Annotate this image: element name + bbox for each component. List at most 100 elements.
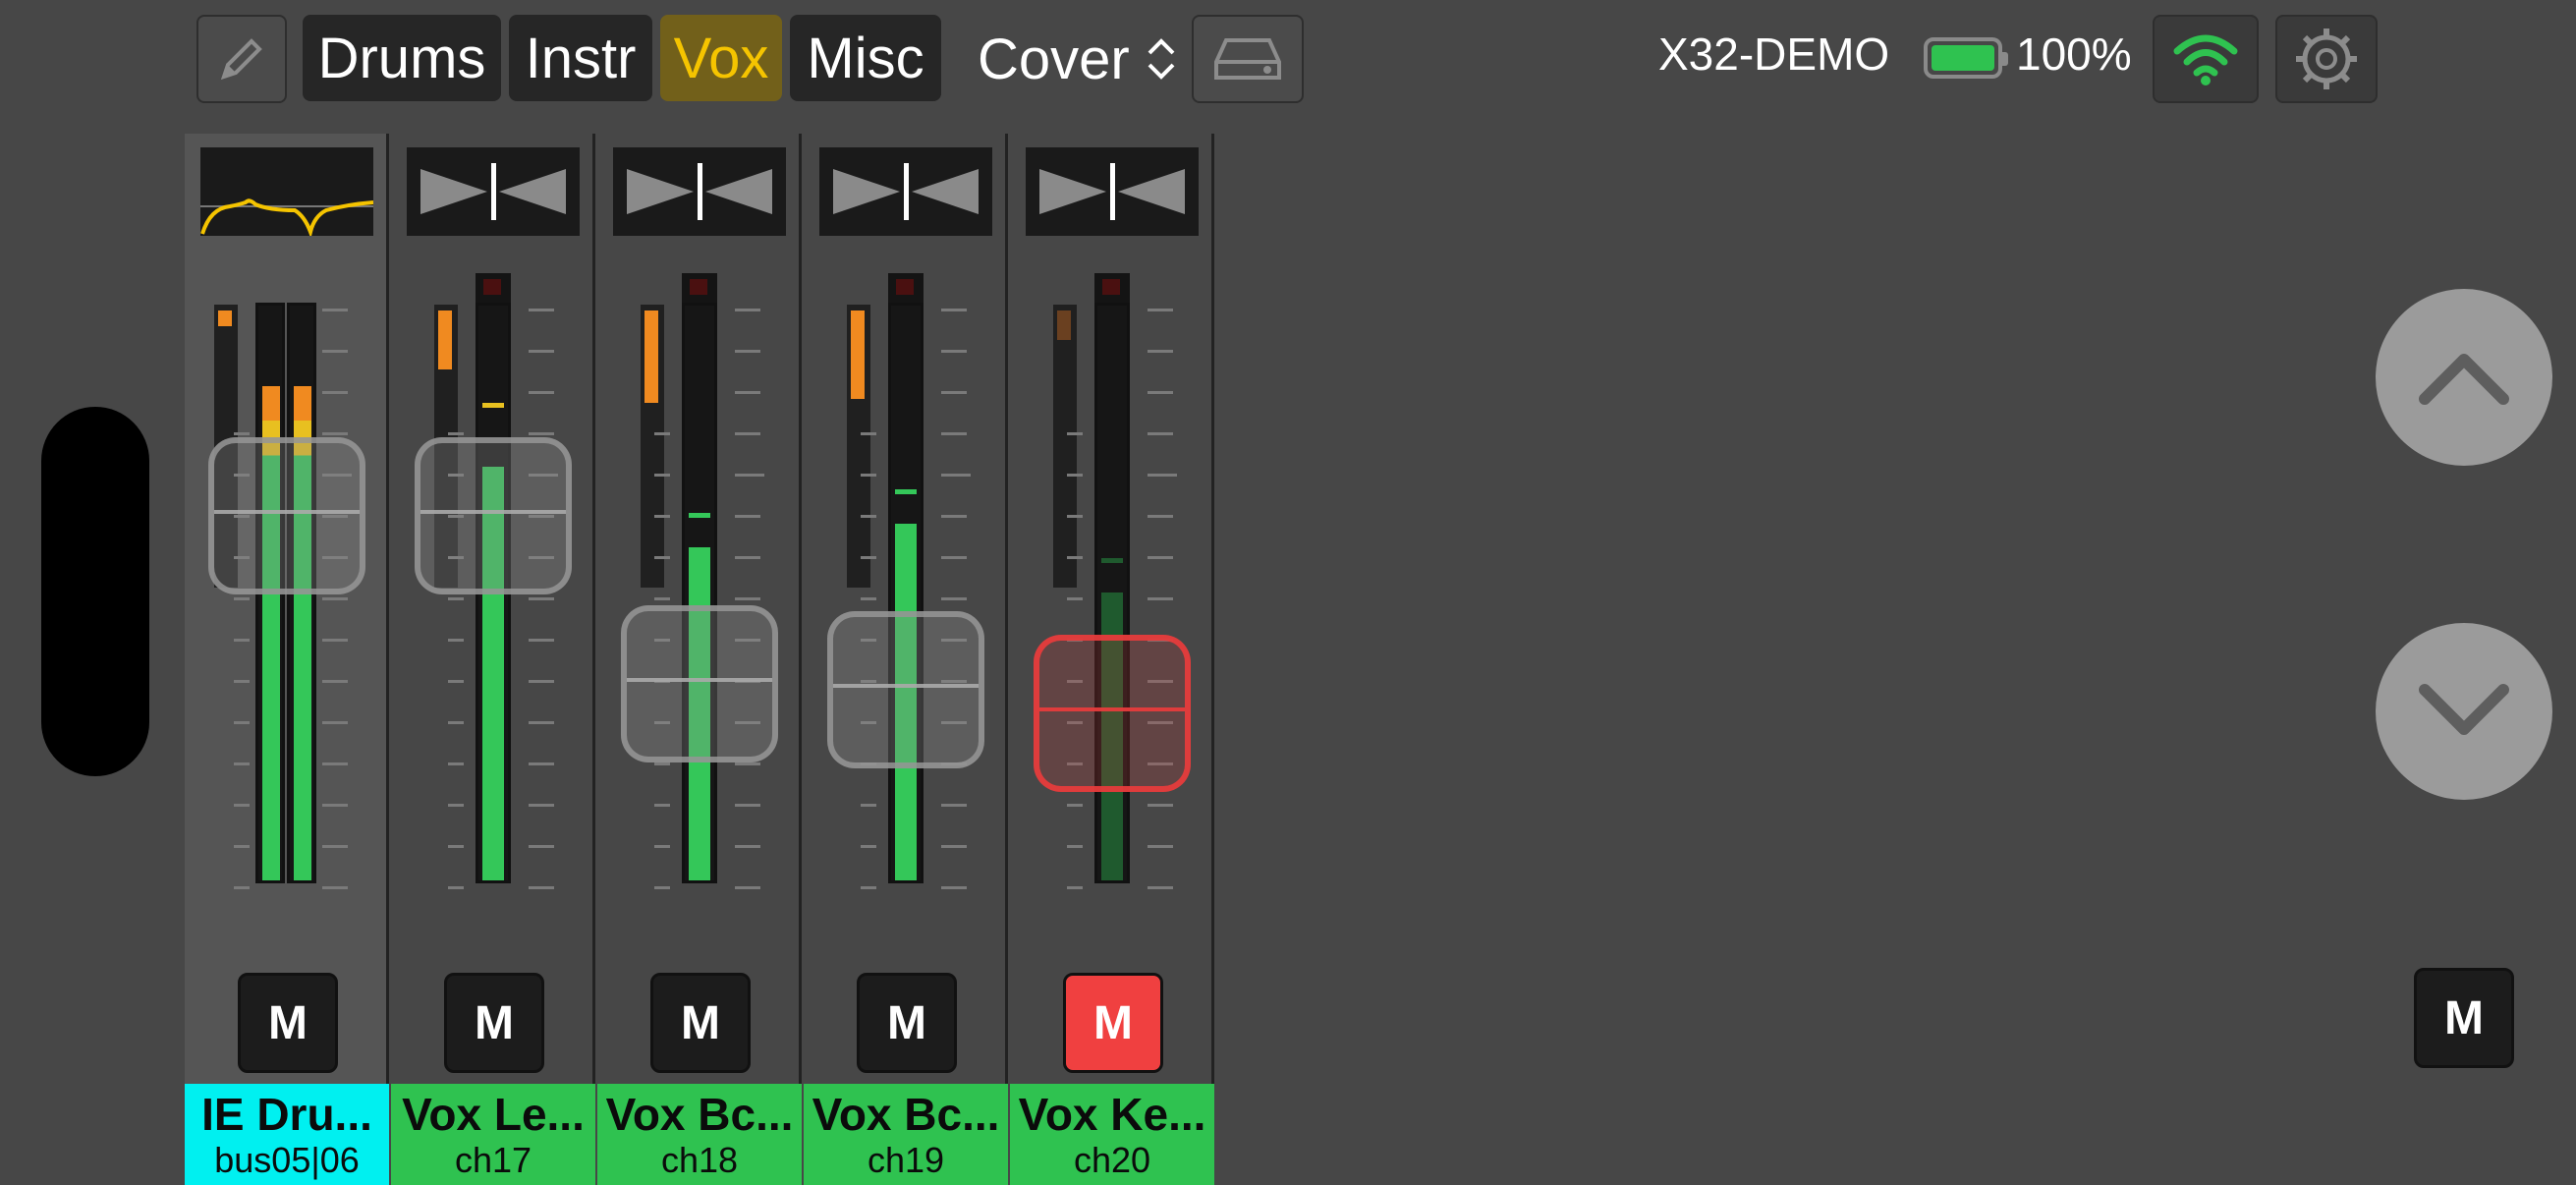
channel-id: bus05|06: [214, 1140, 360, 1180]
battery-percent: 100%: [2016, 28, 2132, 80]
channel-strip: M Vox Bc... ch19: [804, 134, 1008, 1185]
tab-vox[interactable]: Vox: [660, 15, 782, 101]
channel-name-label[interactable]: IE Dru... bus05|06: [185, 1084, 389, 1185]
scale-tick: [322, 391, 348, 394]
channel-name-label[interactable]: Vox Ke... ch20: [1010, 1084, 1214, 1185]
chevron-up-icon: [2419, 354, 2509, 405]
scale-tick: [861, 474, 876, 477]
scale-tick: [654, 804, 670, 807]
scale-tick: [529, 350, 554, 353]
scale-tick: [322, 350, 348, 353]
eq-display[interactable]: [200, 147, 374, 239]
wifi-button[interactable]: [2153, 15, 2259, 103]
scale-tick: [1148, 556, 1173, 559]
mute-button[interactable]: M: [857, 973, 957, 1073]
scale-tick: [529, 432, 554, 435]
chevron-down-icon: [2419, 684, 2509, 735]
channel-name: Vox Bc...: [812, 1089, 1000, 1139]
scale-tick: [448, 886, 464, 889]
fader-knob[interactable]: [621, 605, 778, 762]
mute-button[interactable]: M: [650, 973, 751, 1073]
channel-strip: M IE Dru... bus05|06: [185, 134, 389, 1185]
scale-tick: [861, 886, 876, 889]
scale-tick: [941, 309, 967, 311]
toolbar: Drums Instr Vox Misc Cover X32-DEMO 100%: [0, 0, 2576, 118]
scale-tick: [735, 597, 760, 600]
pan-display[interactable]: [819, 147, 992, 236]
tab-instr[interactable]: Instr: [509, 15, 652, 101]
scale-tick: [735, 432, 760, 435]
pan-display[interactable]: [1026, 147, 1199, 236]
pan-display[interactable]: [613, 147, 786, 236]
channel-name-label[interactable]: Vox Bc... ch18: [597, 1084, 802, 1185]
channel-strip: M Vox Ke... ch20: [1010, 134, 1214, 1185]
pan-icon: [833, 163, 979, 220]
scale-tick: [735, 391, 760, 394]
scale-tick: [941, 350, 967, 353]
scale-tick: [448, 804, 464, 807]
channel-id: ch19: [867, 1140, 945, 1180]
scale-tick: [529, 309, 554, 311]
scale-tick: [1067, 845, 1083, 848]
scale-tick: [1148, 804, 1173, 807]
scale-tick: [735, 845, 760, 848]
scale-tick: [654, 474, 670, 477]
channel-strip: M Vox Bc... ch18: [597, 134, 802, 1185]
scale-tick: [448, 845, 464, 848]
master-mute-button[interactable]: M: [2414, 968, 2514, 1068]
scale-tick: [529, 845, 554, 848]
fader-knob[interactable]: [827, 611, 984, 768]
mute-button[interactable]: M: [444, 973, 544, 1073]
scale-tick: [654, 515, 670, 518]
scroll-up-button[interactable]: [2376, 289, 2552, 466]
scale-tick: [234, 432, 250, 435]
tab-label: Instr: [525, 26, 637, 90]
mute-button[interactable]: M: [238, 973, 338, 1073]
scale-tick: [735, 804, 760, 807]
fader-track: [682, 303, 717, 883]
tab-drums[interactable]: Drums: [303, 15, 501, 101]
fader-knob[interactable]: [208, 437, 365, 594]
pan-display[interactable]: [407, 147, 580, 236]
drive-button[interactable]: [1192, 15, 1304, 103]
channel-name-label[interactable]: Vox Le... ch17: [391, 1084, 595, 1185]
tab-label: Drums: [317, 26, 486, 90]
tab-misc[interactable]: Misc: [790, 15, 941, 101]
scale-tick: [735, 886, 760, 889]
edit-button[interactable]: [196, 15, 287, 103]
scale-tick: [529, 391, 554, 394]
scale-tick: [1148, 886, 1173, 889]
scale-tick: [322, 597, 348, 600]
scale-tick: [448, 762, 464, 765]
scale-tick: [1148, 309, 1173, 311]
settings-button[interactable]: [2275, 15, 2378, 103]
fader-track: [1094, 303, 1130, 883]
scale-tick: [234, 680, 250, 683]
tab-label: Misc: [807, 26, 924, 90]
channel-id: ch20: [1073, 1140, 1151, 1180]
scale-tick: [322, 845, 348, 848]
mute-button[interactable]: M: [1063, 973, 1163, 1073]
scale-tick: [941, 556, 967, 559]
channel-id: ch17: [454, 1140, 532, 1180]
scale-tick: [448, 432, 464, 435]
fader-knob[interactable]: [1034, 635, 1191, 792]
channel-name-label[interactable]: Vox Bc... ch19: [804, 1084, 1008, 1185]
scale-tick: [322, 639, 348, 642]
fader-knob[interactable]: [415, 437, 572, 594]
scroll-down-button[interactable]: [2376, 623, 2552, 800]
pan-icon: [1039, 163, 1185, 220]
device-name: X32-DEMO: [1658, 28, 1890, 80]
channel-name: Vox Bc...: [605, 1089, 794, 1139]
scale-tick: [654, 597, 670, 600]
channel-id: ch18: [660, 1140, 739, 1180]
scale-tick: [529, 639, 554, 642]
clip-indicator: [1094, 273, 1130, 303]
scale-tick: [654, 886, 670, 889]
scale-tick: [529, 680, 554, 683]
scale-tick: [234, 762, 250, 765]
scene-selector[interactable]: Cover: [978, 20, 1181, 98]
scale-tick: [1148, 845, 1173, 848]
side-handle[interactable]: [41, 407, 149, 776]
scale-tick: [1067, 474, 1083, 477]
